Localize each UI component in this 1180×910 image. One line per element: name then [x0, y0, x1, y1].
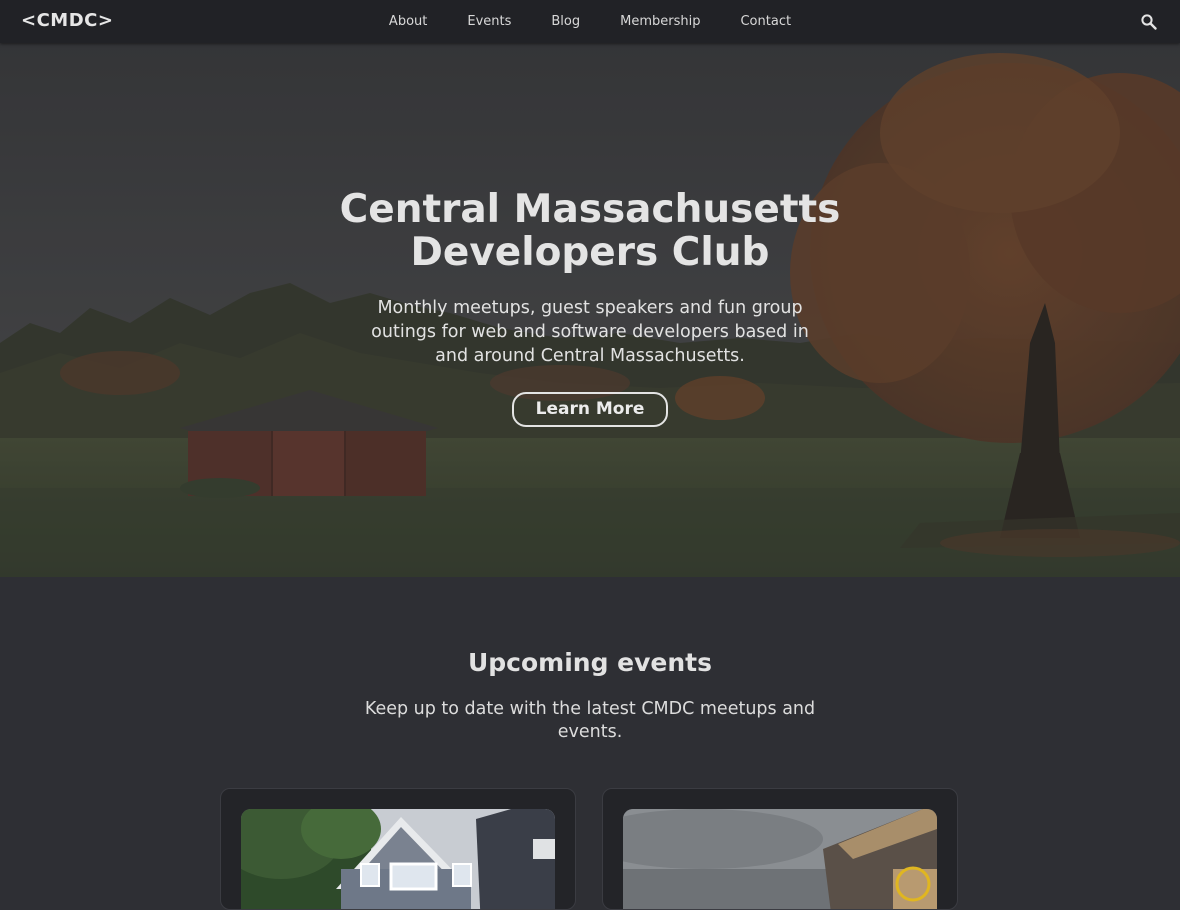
main-nav: About Events Blog Membership Contact: [0, 0, 1180, 43]
hero-subtitle: Monthly meetups, guest speakers and fun …: [371, 298, 809, 366]
event-card[interactable]: [220, 788, 576, 910]
learn-more-button[interactable]: Learn More: [511, 392, 669, 427]
search-icon[interactable]: [1140, 13, 1158, 31]
nav-link-contact[interactable]: Contact: [740, 14, 791, 29]
event-image: [241, 809, 555, 909]
hero-content: Central Massachusetts Developers Club Mo…: [0, 188, 1180, 427]
hero-section: Central Massachusetts Developers Club Mo…: [0, 43, 1180, 577]
event-image: [623, 809, 937, 909]
nav-link-about[interactable]: About: [389, 14, 427, 29]
navbar: <CMDC> About Events Blog Membership Cont…: [0, 0, 1180, 43]
hero-title: Central Massachusetts Developers Club: [339, 187, 841, 275]
events-subtitle: Keep up to date with the latest CMDC mee…: [364, 699, 816, 742]
site-logo[interactable]: <CMDC>: [21, 10, 113, 31]
nav-link-events[interactable]: Events: [467, 14, 511, 29]
nav-link-blog[interactable]: Blog: [551, 14, 580, 29]
events-title: Upcoming events: [467, 648, 713, 677]
event-card[interactable]: [602, 788, 958, 910]
nav-link-membership[interactable]: Membership: [620, 14, 700, 29]
